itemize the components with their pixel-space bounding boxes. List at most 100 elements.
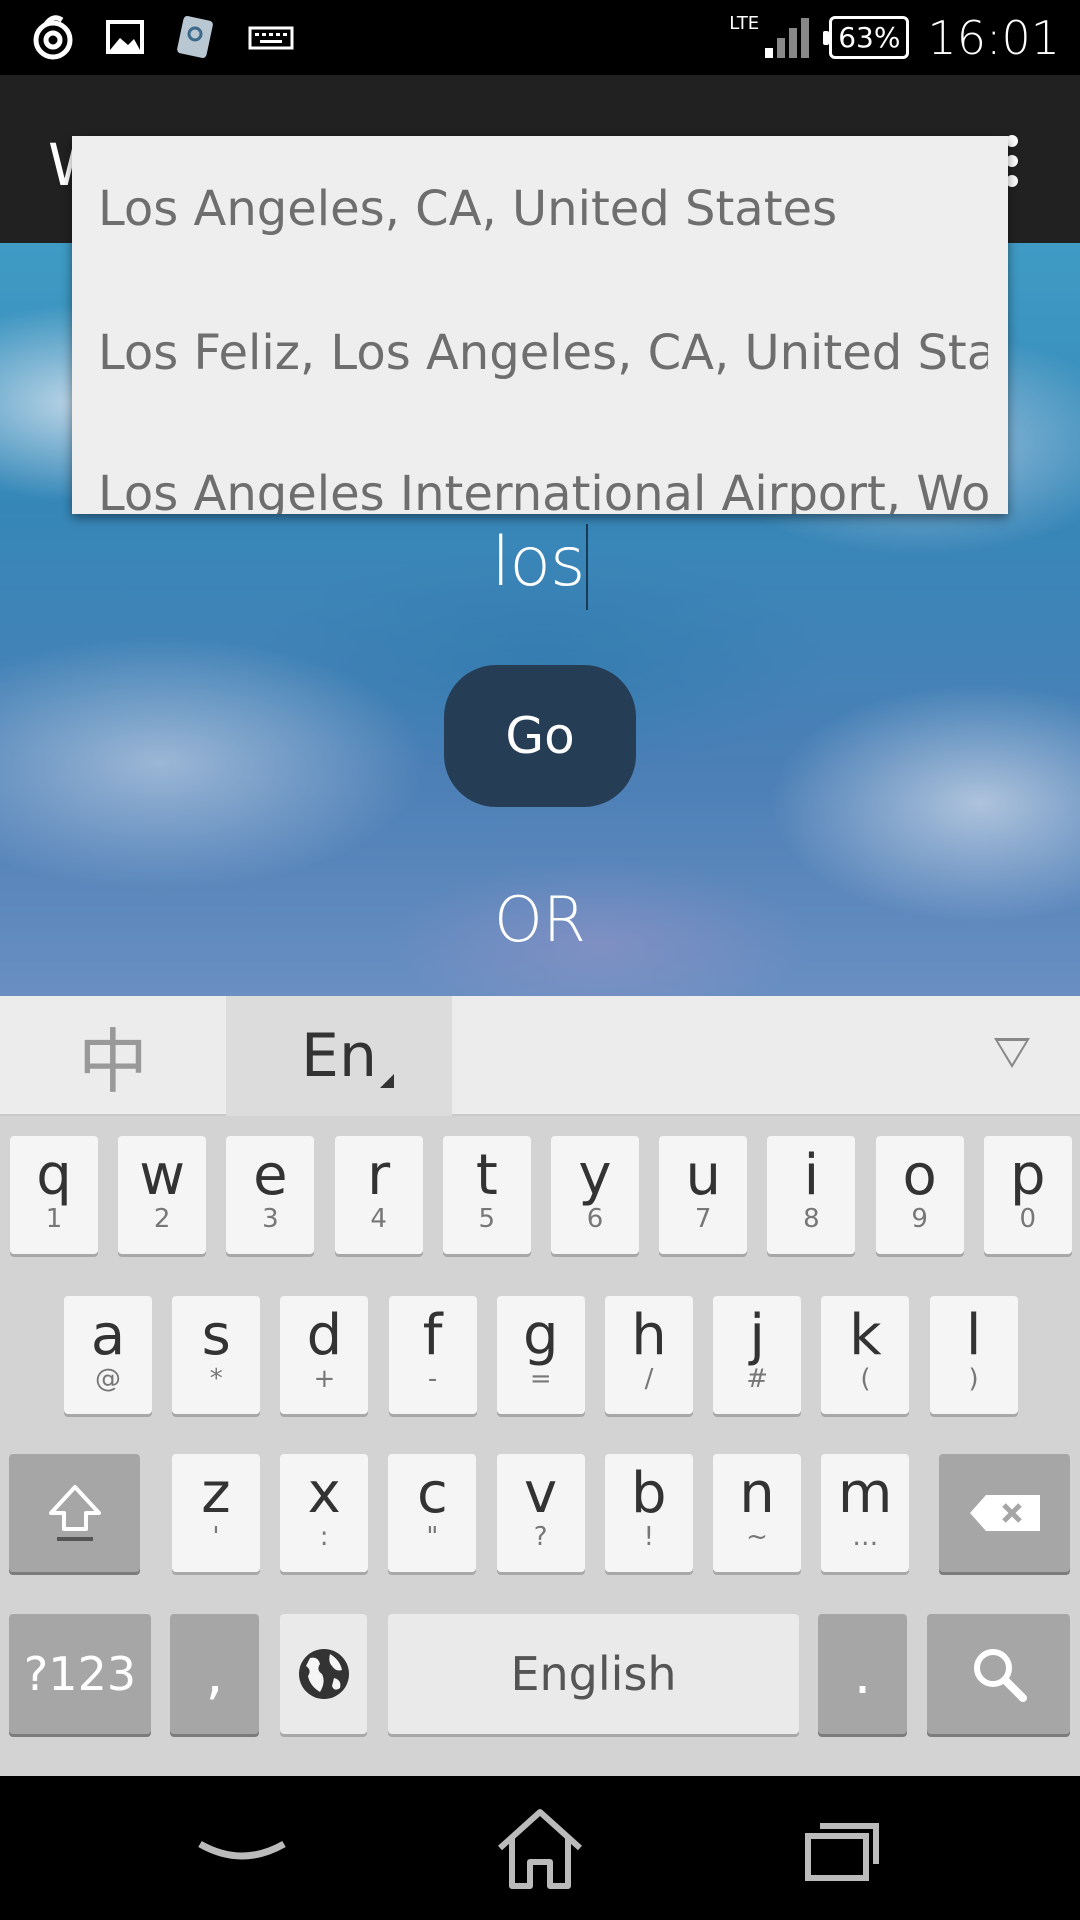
language-menu-indicator-icon	[380, 1074, 394, 1088]
key-secondary-label: (	[860, 1364, 871, 1394]
key-label: k	[849, 1303, 882, 1368]
symbols-key[interactable]: ?123	[9, 1614, 151, 1734]
key-label: h	[631, 1303, 667, 1368]
suggestion-item[interactable]: Los Feliz, Los Angeles, CA, United State…	[98, 313, 988, 393]
key-label: d	[306, 1303, 343, 1368]
key-secondary-label: ~	[746, 1522, 768, 1552]
key-secondary-label: 9	[911, 1204, 928, 1234]
recent-apps-icon[interactable]	[780, 1776, 900, 1920]
key-label: o	[902, 1143, 937, 1208]
app-icon	[177, 16, 213, 58]
key-label: q	[36, 1143, 72, 1208]
key-v[interactable]: v?	[496, 1454, 585, 1572]
key-label: f	[422, 1303, 443, 1368]
key-q[interactable]: q1	[10, 1136, 98, 1254]
key-secondary-label: 4	[370, 1204, 387, 1234]
key-label: g	[523, 1303, 559, 1368]
backspace-key[interactable]	[939, 1454, 1070, 1572]
key-label: t	[475, 1143, 498, 1208]
key-y[interactable]: y6	[551, 1136, 639, 1254]
key-w[interactable]: w2	[118, 1136, 207, 1254]
home-icon[interactable]	[480, 1776, 600, 1920]
chinese-language-tab[interactable]: 中	[0, 996, 226, 1116]
key-secondary-label: 5	[478, 1204, 496, 1234]
key-t[interactable]: t5	[442, 1136, 531, 1254]
key-x[interactable]: x:	[280, 1454, 369, 1572]
key-secondary-label: 0	[1019, 1204, 1037, 1234]
key-secondary-label: …	[852, 1522, 879, 1552]
city-search-input[interactable]: los	[0, 523, 1080, 610]
key-label: i	[803, 1143, 820, 1208]
key-secondary-label: '	[212, 1522, 220, 1552]
key-label: n	[739, 1461, 775, 1526]
key-n[interactable]: n ~	[713, 1454, 801, 1572]
period-key[interactable]: .	[818, 1614, 907, 1734]
go-button[interactable]: Go	[444, 665, 636, 807]
key-r[interactable]: r4	[334, 1136, 423, 1254]
space-bar[interactable]: English	[388, 1614, 799, 1734]
key-a[interactable]: a @	[64, 1296, 152, 1414]
key-label: b	[631, 1461, 667, 1526]
overflow-menu-icon[interactable]	[1006, 135, 1020, 191]
key-d[interactable]: d +	[280, 1296, 369, 1414]
key-label: s	[201, 1303, 231, 1368]
key-secondary-label: +	[313, 1364, 336, 1394]
shift-key[interactable]	[9, 1454, 140, 1572]
globe-icon	[298, 1649, 349, 1699]
key-o[interactable]: o9	[875, 1136, 964, 1254]
key-i[interactable]: i8	[767, 1136, 856, 1254]
key-secondary-label: /	[644, 1364, 654, 1394]
soft-keyboard: 中 En q 1 w 2 e 3 r 4 t 5 y 6 u 7 i 8 o 9 p 0 a @ s * d + f - g = h / j # k…	[0, 996, 1080, 1776]
key-label: a	[90, 1303, 126, 1368]
shift-arrow-icon	[48, 1485, 101, 1541]
key-f[interactable]: f-	[388, 1296, 477, 1414]
battery-indicator: 63%	[823, 16, 910, 59]
key-secondary-label: -	[427, 1364, 438, 1394]
key-secondary-label: *	[209, 1364, 223, 1394]
sync-icon	[33, 15, 73, 60]
comma-key[interactable]: ,	[170, 1614, 259, 1734]
key-u[interactable]: u7	[659, 1136, 748, 1254]
suggestion-item[interactable]: Los Angeles International Airport, World…	[98, 454, 988, 514]
key-label: z	[201, 1461, 231, 1526]
keyboard-language-bar: 中 En	[0, 996, 1080, 1116]
key-j[interactable]: j #	[713, 1296, 802, 1414]
gallery-icon	[106, 20, 144, 54]
key-e[interactable]: e3	[226, 1136, 315, 1254]
key-p[interactable]: p0	[983, 1136, 1072, 1254]
key-m[interactable]: m…	[821, 1454, 910, 1572]
key-secondary-label: @	[95, 1364, 121, 1394]
globe-key[interactable]	[280, 1614, 367, 1734]
english-language-tab[interactable]: En	[226, 996, 452, 1116]
key-secondary-label: 6	[586, 1204, 604, 1234]
autocomplete-dropdown: Los Angeles, CA, United States Los Feliz…	[72, 136, 1008, 514]
key-secondary-label: #	[746, 1364, 769, 1394]
back-hide-icon[interactable]	[182, 1776, 302, 1920]
search-icon	[973, 1649, 1027, 1702]
signal-icon	[765, 17, 810, 58]
key-secondary-label: =	[529, 1364, 552, 1394]
key-label: e	[253, 1143, 288, 1208]
key-z[interactable]: z '	[172, 1454, 260, 1572]
key-s[interactable]: s *	[172, 1296, 261, 1414]
key-h[interactable]: h /	[605, 1296, 693, 1414]
navigation-bar	[0, 1776, 1080, 1920]
key-k[interactable]: k(	[821, 1296, 910, 1414]
hide-keyboard-icon[interactable]	[994, 1038, 1030, 1068]
suggestion-item[interactable]: Los Angeles, CA, United States	[98, 169, 988, 249]
search-key[interactable]	[927, 1614, 1070, 1734]
key-secondary-label: :	[319, 1522, 329, 1552]
key-b[interactable]: b!	[604, 1454, 693, 1572]
keyboard-icon	[248, 26, 294, 50]
status-bar: LTE 63% 16:01	[0, 0, 1080, 75]
key-secondary-label: 3	[262, 1204, 279, 1234]
key-label: x	[307, 1461, 341, 1526]
key-c[interactable]: c "	[388, 1454, 477, 1572]
city-search-value: los	[491, 523, 586, 602]
key-secondary-label: "	[426, 1522, 439, 1552]
text-caret	[586, 523, 589, 610]
key-label: y	[578, 1143, 612, 1208]
key-l[interactable]: l)	[929, 1296, 1018, 1414]
key-secondary-label: !	[643, 1522, 655, 1552]
key-g[interactable]: g =	[496, 1296, 585, 1414]
